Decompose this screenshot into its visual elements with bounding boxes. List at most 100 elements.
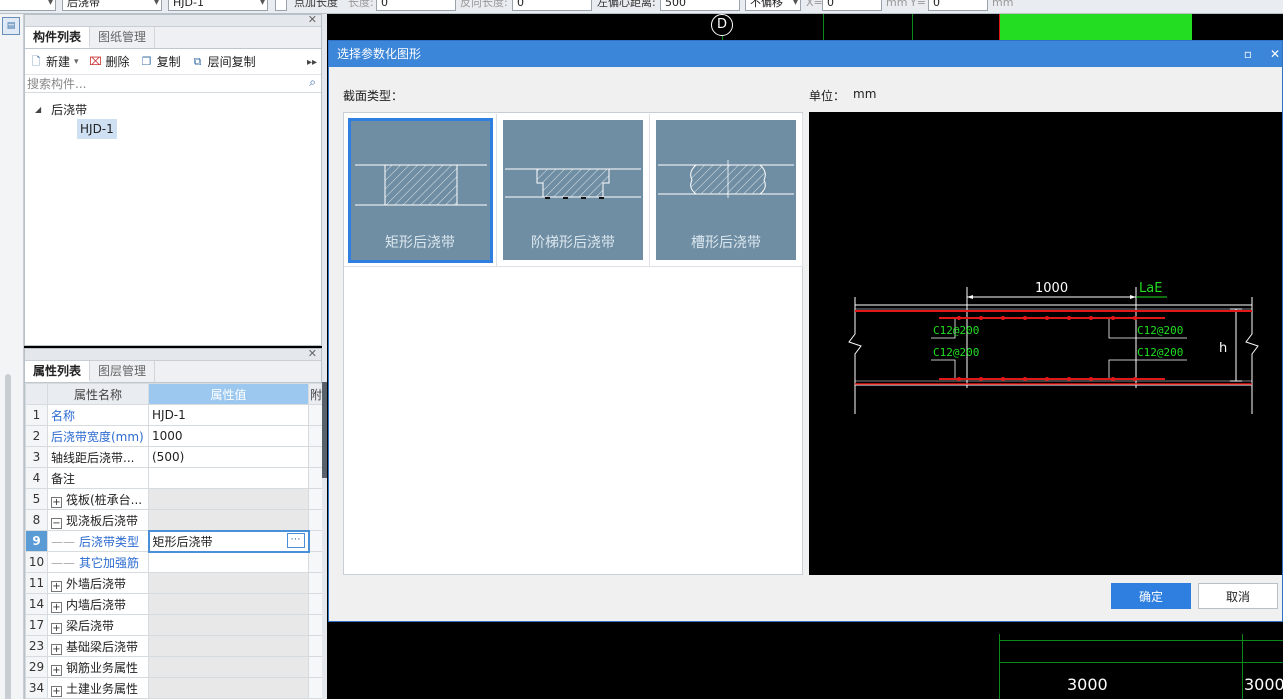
length-input[interactable]: 0 — [376, 0, 456, 11]
offset-mode-select[interactable]: 不偏移 — [745, 0, 801, 11]
module-icon[interactable]: ▤ — [2, 17, 20, 35]
table-row-group[interactable]: 14 + 内墙后浇带 — [25, 593, 324, 615]
close-icon[interactable]: ✕ — [308, 13, 317, 26]
section-type-label: 截面类型： — [343, 89, 404, 103]
collapse-icon[interactable]: − — [51, 517, 62, 529]
close-icon[interactable]: ✕ — [1270, 41, 1280, 67]
delete-label: 删除 — [105, 55, 130, 69]
tab-drawing-management[interactable]: 图纸管理 — [90, 27, 156, 48]
tree-node-post-pour-strip[interactable]: ◢ 后浇带 — [35, 101, 87, 118]
expand-icon[interactable]: + — [51, 601, 62, 613]
row-name-text: 基础梁后浇带 — [66, 639, 139, 654]
unit-label: 单位： — [809, 89, 846, 103]
expand-icon[interactable]: + — [51, 622, 62, 634]
row-name: + 梁后浇带 — [47, 614, 149, 636]
cancel-button[interactable]: 取消 — [1198, 583, 1278, 609]
ok-button[interactable]: 确定 — [1111, 583, 1191, 609]
dimension-value: 3000 — [1067, 675, 1108, 694]
table-row[interactable]: 2 后浇带宽度(mm) 1000 — [25, 425, 324, 447]
type-select[interactable]: 后浇带 — [62, 0, 162, 11]
row-name-text: 筏板(桩承台... — [66, 492, 143, 507]
reverse-length-input[interactable]: 0 — [512, 0, 592, 11]
ellipsis-button[interactable]: ⋯ — [286, 532, 305, 548]
row-value[interactable]: HJD-1 — [148, 404, 309, 426]
row-num: 4 — [25, 467, 48, 489]
tab-component-list[interactable]: 构件列表 — [25, 27, 91, 48]
post-pour-strip-shape[interactable] — [999, 14, 1192, 40]
expand-icon[interactable]: + — [51, 685, 62, 697]
left-offset-input[interactable]: 500 — [660, 0, 740, 11]
y-input[interactable]: 0 — [928, 0, 988, 11]
shape-tile-stepped[interactable]: 阶梯形后浇带 — [497, 114, 650, 267]
table-row-selected[interactable]: 9 —— 后浇带类型 矩形后浇带 ⋯ — [25, 529, 324, 553]
rebar-label: C12@200 — [1137, 346, 1183, 359]
property-table: 属性名称 属性值 附 1 名称 HJD-1 2 后浇带宽度(mm) 1000 3… — [25, 383, 324, 699]
left-offset-label: 左偏心距离: — [597, 0, 656, 9]
table-row[interactable]: 10 —— 其它加强筋 — [25, 551, 324, 573]
width-label: 1000 — [1035, 281, 1068, 296]
floor-copy-label: 层间复制 — [207, 55, 256, 69]
table-row-group[interactable]: 17 + 梁后浇带 — [25, 614, 324, 636]
expand-icon[interactable]: + — [51, 496, 62, 508]
row-value[interactable]: 1000 — [148, 425, 309, 447]
maximize-icon[interactable]: ▫ — [1244, 41, 1252, 67]
tab-layer-management[interactable]: 图层管理 — [90, 361, 156, 382]
row-value[interactable] — [148, 551, 309, 573]
name-select[interactable]: HJD-1 — [168, 0, 268, 11]
grid-line — [1242, 634, 1243, 699]
table-row-group[interactable]: 29 + 钢筋业务属性 — [25, 656, 324, 678]
table-row-group[interactable]: 8 − 现浇板后浇带 — [25, 509, 324, 531]
shape-tile-rectangular[interactable]: 矩形后浇带 — [344, 114, 497, 267]
header-prop-value: 属性值 — [148, 383, 309, 405]
left-scrollbar[interactable] — [5, 374, 11, 699]
grid-line — [823, 14, 824, 40]
row-name: + 外墙后浇带 — [47, 572, 149, 594]
floor-copy-button[interactable]: ⧉ 层间复制 — [191, 53, 256, 70]
copy-icon: ❐ — [141, 54, 152, 68]
row-name: + 筏板(桩承台... — [47, 488, 149, 510]
new-label: 新建 — [46, 55, 71, 69]
collapse-triangle-icon[interactable]: ◢ — [35, 105, 41, 114]
add-length-checkbox[interactable] — [275, 0, 287, 11]
tree-node-hjd-1[interactable]: HJD-1 — [77, 119, 117, 139]
more-icon[interactable]: ▸▸ — [307, 57, 317, 68]
shape-caption: 槽形后浇带 — [691, 235, 761, 251]
shape-tile-groove[interactable]: 槽形后浇带 — [650, 114, 803, 267]
dimension-line — [999, 662, 1283, 663]
row-value[interactable]: (500) — [148, 446, 309, 468]
row-name-text: 土建业务属性 — [66, 681, 139, 696]
row-num: 5 — [25, 488, 48, 510]
close-icon[interactable]: ✕ — [308, 347, 317, 360]
row-value[interactable] — [148, 467, 309, 489]
expand-icon[interactable]: + — [51, 580, 62, 592]
table-row-group[interactable]: 34 + 土建业务属性 — [25, 677, 324, 699]
row-num: 10 — [25, 551, 48, 573]
row-name: + 土建业务属性 — [47, 677, 149, 699]
row-name-text: 其它加强筋 — [79, 555, 140, 570]
table-row-group[interactable]: 23 + 基础梁后浇带 — [25, 635, 324, 657]
row-name: —— 其它加强筋 — [47, 551, 149, 573]
property-list-panel: ✕ 属性列表 图层管理 属性名称 属性值 附 1 名称 HJD-1 2 后浇带宽… — [24, 347, 324, 699]
new-button[interactable]: 🗋 新建 ▾ — [29, 53, 79, 70]
layer-select[interactable] — [0, 0, 56, 11]
row-value-cell[interactable]: 矩形后浇带 ⋯ — [147, 529, 310, 553]
table-row[interactable]: 4 备注 — [25, 467, 324, 489]
table-row[interactable]: 3 轴线距后浇带... (500) — [25, 446, 324, 468]
search-input[interactable] — [25, 75, 295, 92]
component-tabs: 构件列表 图纸管理 — [25, 27, 321, 49]
chevron-down-icon[interactable]: ▾ — [74, 57, 79, 67]
expand-icon[interactable]: + — [51, 643, 62, 655]
table-row-group[interactable]: 5 + 筏板(桩承台... — [25, 488, 324, 510]
row-value — [148, 509, 309, 531]
component-list-panel: ✕ 构件列表 图纸管理 🗋 新建 ▾ ⌧ 删除 ❐ 复制 ⧉ 层间复制 ▸▸ ⌕… — [24, 13, 322, 346]
tab-property-list[interactable]: 属性列表 — [25, 361, 91, 382]
search-icon[interactable]: ⌕ — [309, 75, 316, 90]
table-header-row: 属性名称 属性值 附 — [25, 383, 324, 405]
table-row-group[interactable]: 11 + 外墙后浇带 — [25, 572, 324, 594]
expand-icon[interactable]: + — [51, 664, 62, 676]
row-num: 9 — [25, 530, 48, 552]
x-input[interactable]: 0 — [822, 0, 882, 11]
copy-button[interactable]: ❐ 复制 — [140, 53, 181, 70]
delete-button[interactable]: ⌧ 删除 — [89, 53, 130, 70]
table-row[interactable]: 1 名称 HJD-1 — [25, 404, 324, 426]
